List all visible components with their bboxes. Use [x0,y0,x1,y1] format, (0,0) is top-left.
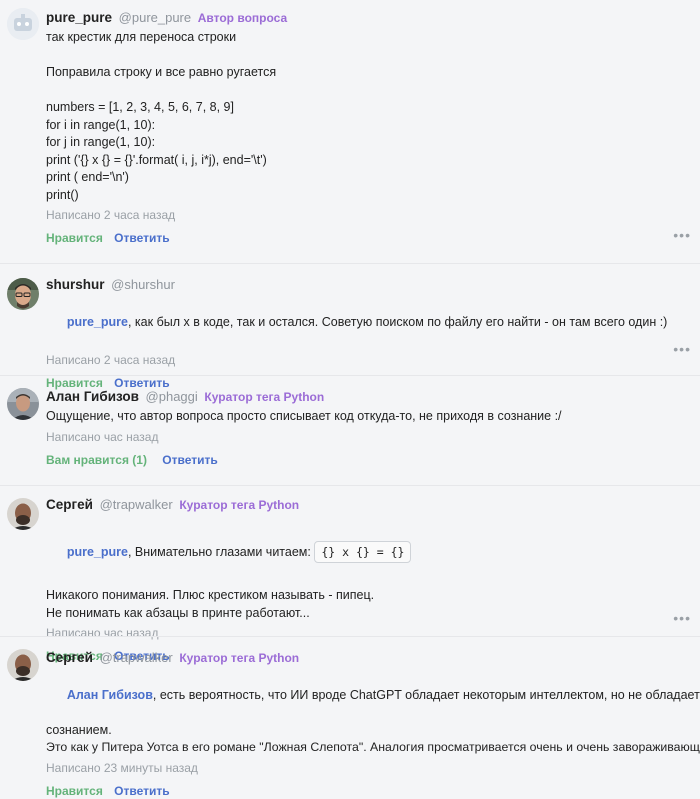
comment-header: shurshur @shurshur [46,276,690,294]
avatar[interactable] [7,388,39,420]
user-photo-icon [7,649,39,681]
comment-header: Сергей @trapwalker Куратор тега Python [46,649,690,667]
author-name[interactable]: Сергей [46,497,93,512]
comment: pure_pure @pure_pure Автор вопроса так к… [0,0,700,263]
author-nick[interactable]: @phaggi [146,389,198,404]
comment-text: Ощущение, что автор вопроса просто списы… [46,409,562,423]
avatar[interactable] [7,278,39,310]
like-button[interactable]: Нравится [46,784,103,798]
comment-text-content: , Внимательно глазами читаем: [127,545,315,559]
like-button[interactable]: Вам нравится (1) [46,453,147,467]
code-line: print ( end='\n') [46,170,129,184]
author-badge: Автор вопроса [197,11,288,25]
comment-actions: Нравится Ответить [46,783,690,799]
code-line: print ('{} x {} = {}'.format( i, j, i*j)… [46,152,267,167]
comment: Сергей @trapwalker Куратор тега Python А… [0,636,700,798]
text-line: Поправила строку и все равно ругается [46,65,277,79]
more-icon[interactable]: ••• [673,341,691,357]
text-line [46,47,690,65]
mention-link[interactable]: pure_pure [67,545,128,559]
comment-date: Написано час назад [46,429,159,444]
comment-date: Написано 23 минуты назад [46,760,198,775]
comment-date: Написано 2 часа назад [46,208,176,222]
text-line: Не понимать как абзацы в принте работают… [46,605,310,620]
reply-button[interactable]: Ответить [114,784,169,798]
reply-button[interactable]: Ответить [162,453,217,467]
author-nick[interactable]: @trapwalker [100,650,173,665]
like-button[interactable]: Нравится [46,231,103,245]
default-avatar-icon [7,8,39,40]
comment-text: Алан Гибизов, есть вероятность, что ИИ в… [46,669,700,722]
author-nick[interactable]: @pure_pure [119,10,191,25]
user-photo-icon [7,388,39,420]
mention-link[interactable]: Алан Гибизов [67,688,153,702]
comment-text: pure_pure, Внимательно глазами читаем: {… [46,519,690,585]
comment-actions: Нравится Ответить [46,230,690,246]
text-line [46,82,690,100]
author-badge: Куратор тега Python [204,390,325,404]
author-name[interactable]: Алан Гибизов [46,389,139,404]
text-line: сознанием. [46,722,112,737]
text-line: так крестик для переноса строки [46,30,237,44]
comment: Алан Гибизов @phaggi Куратор тега Python… [0,375,700,485]
mention-link[interactable]: pure_pure [67,315,128,329]
author-name[interactable]: pure_pure [46,10,112,25]
more-icon[interactable]: ••• [673,227,691,243]
avatar[interactable] [7,8,39,40]
code-line: numbers = [1, 2, 3, 4, 5, 6, 7, 8, 9] [46,100,234,114]
comment-text: pure_pure, как был х в коде, так и остал… [46,296,690,349]
text-line: Это как у Питера Уотса в его романе "Лож… [46,740,700,754]
comment: Сергей @trapwalker Куратор тега Python p… [0,485,700,663]
comment-header: pure_pure @pure_pure Автор вопроса [46,9,690,27]
author-name[interactable]: Сергей [46,650,93,665]
author-nick[interactable]: @shurshur [111,277,175,292]
author-nick[interactable]: @trapwalker [100,497,173,512]
comment-text: так крестик для переноса строки Поправил… [46,29,690,204]
comment-actions: Вам нравится (1) Ответить [46,452,690,468]
comment-header: Сергей @trapwalker Куратор тега Python [46,496,690,514]
reply-button[interactable]: Ответить [114,231,169,245]
code-line: print() [46,187,79,202]
code-line: for i in range(1, 10): [46,117,156,132]
user-photo-icon [7,498,39,530]
comment-text-content: , есть вероятность, что ИИ вроде ChatGPT… [152,687,700,702]
author-badge: Куратор тега Python [179,651,300,665]
text-line: Никакого понимания. Плюс крестиком назыв… [46,588,375,602]
user-photo-icon [7,278,39,310]
comment: shurshur @shurshur pure_pure, как был х … [0,263,700,390]
comment-header: Алан Гибизов @phaggi Куратор тега Python [46,388,690,406]
comment-date: Написано 2 часа назад [46,352,176,367]
code-line: for j in range(1, 10): [46,135,156,149]
inline-code: {} x {} = {} [314,541,412,563]
comment-text-content: , как был х в коде, так и остался. Совет… [127,314,668,329]
avatar[interactable] [7,498,39,530]
more-icon[interactable]: ••• [673,610,691,626]
avatar[interactable] [7,649,39,681]
author-name[interactable]: shurshur [46,277,105,292]
author-badge: Куратор тега Python [179,498,300,512]
